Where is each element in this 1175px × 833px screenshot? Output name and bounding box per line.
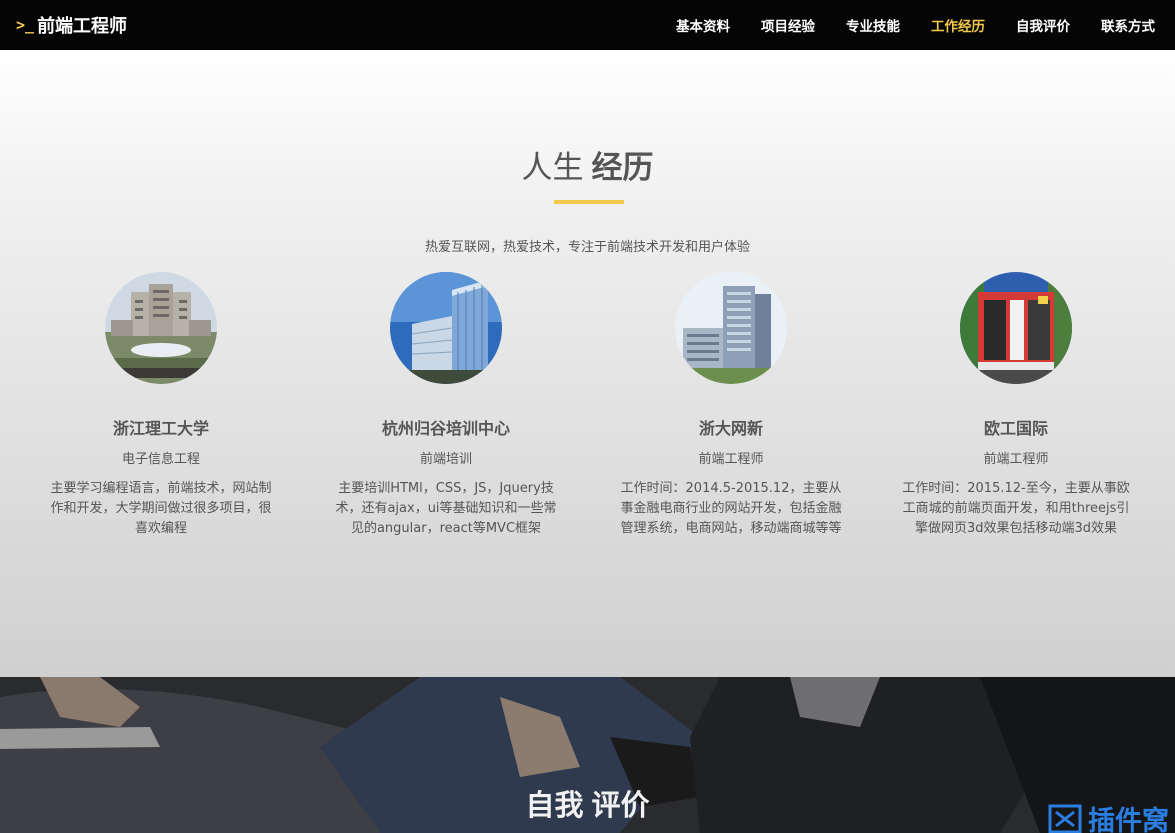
experience-card: 浙大网新 前端工程师 工作时间：2014.5-2015.12，主要从事金融电商行… — [611, 272, 851, 539]
top-navbar: >_ 前端工程师 基本资料 项目经验 专业技能 工作经历 自我评价 联系方式 — [0, 0, 1175, 50]
card-title: 浙江理工大学 — [112, 419, 209, 438]
nav-item-basic-info[interactable]: 基本资料 — [676, 15, 730, 35]
card-role: 前端培训 — [419, 452, 472, 467]
watermark: 插件窝 — [1048, 799, 1169, 833]
main-nav: 基本资料 项目经验 专业技能 工作经历 自我评价 联系方式 — [645, 15, 1155, 35]
nav-item-projects[interactable]: 项目经验 — [761, 15, 815, 35]
office-tower-icon — [390, 272, 502, 384]
self-evaluation-section: 自我 评价 插件窝 — [0, 677, 1175, 833]
card-role: 前端工程师 — [698, 452, 764, 467]
card-description: 工作时间：2015.12-至今，主要从事欧工商城的前端页面开发，和用threej… — [902, 481, 1130, 536]
self-evaluation-title-light: 自我 — [525, 788, 584, 822]
section-title-bold: 经历 — [591, 150, 654, 186]
nav-item-skills[interactable]: 专业技能 — [846, 15, 900, 35]
self-evaluation-title: 自我 评价 — [0, 782, 1175, 824]
storefront-icon — [960, 272, 1072, 384]
experience-card: 杭州归谷培训中心 前端培训 主要培训HTMl，CSS，JS，Jquery技术，还… — [326, 272, 566, 539]
section-title: 人生 经历 — [0, 142, 1175, 187]
brand-logo[interactable]: >_ 前端工程师 — [16, 12, 127, 38]
card-role: 电子信息工程 — [121, 452, 200, 467]
university-building-icon — [105, 272, 217, 384]
nav-item-work-history[interactable]: 工作经历 — [931, 15, 985, 35]
watermark-text: 插件窝 — [1088, 806, 1169, 833]
nav-item-contact[interactable]: 联系方式 — [1101, 15, 1155, 35]
brand-title: 前端工程师 — [37, 16, 128, 37]
card-description: 工作时间：2014.5-2015.12，主要从事金融电商行业的网站开发，包括金融… — [620, 481, 842, 536]
card-title: 欧工国际 — [983, 419, 1048, 438]
watermark-logo-icon — [1048, 804, 1082, 833]
self-evaluation-title-bold: 评价 — [591, 788, 650, 822]
card-role: 前端工程师 — [983, 452, 1049, 467]
card-description: 主要学习编程语言，前端技术，网站制作和开发，大学期间做过很多项目，很喜欢编程 — [50, 481, 272, 536]
experience-card: 浙江理工大学 电子信息工程 主要学习编程语言，前端技术，网站制作和开发，大学期间… — [41, 272, 281, 539]
card-title: 杭州归谷培训中心 — [381, 419, 510, 438]
nav-item-self-evaluation[interactable]: 自我评价 — [1016, 15, 1070, 35]
section-subtitle: 热爱互联网，热爱技术，专注于前端技术开发和用户体验 — [424, 240, 750, 255]
terminal-prompt-icon: >_ — [16, 16, 35, 34]
section-title-light: 人生 — [521, 150, 584, 186]
office-building-icon — [675, 272, 787, 384]
experience-card: 欧工国际 前端工程师 工作时间：2015.12-至今，主要从事欧工商城的前端页面… — [896, 272, 1136, 539]
card-title: 浙大网新 — [698, 419, 763, 438]
experience-section: 人生 经历 热爱互联网，热爱技术，专注于前端技术开发和用户体验 浙江理工大学 电… — [0, 50, 1175, 677]
title-underline — [554, 200, 624, 204]
card-description: 主要培训HTMl，CSS，JS，Jquery技术，还有ajax，ui等基础知识和… — [335, 481, 557, 536]
